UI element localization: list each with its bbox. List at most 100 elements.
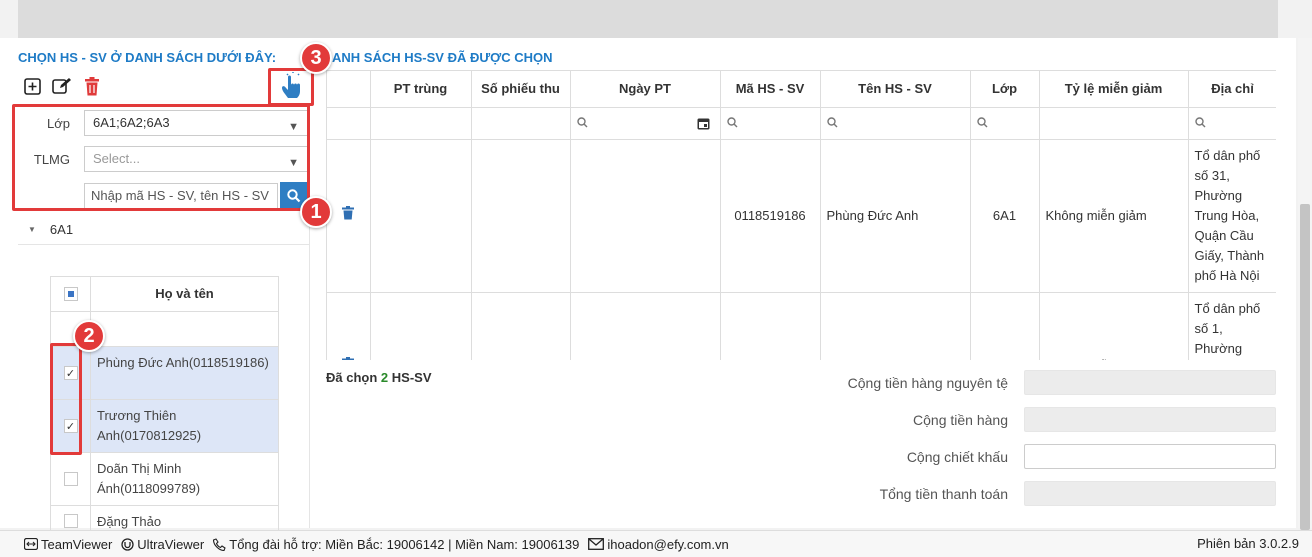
cell-diachi: Tổ dân phố số 31, Phường Trung Hòa, Quận…: [1188, 139, 1276, 293]
search-icon: [576, 116, 587, 127]
cell-ten: Trương Thiên Anh: [820, 292, 971, 360]
tlmg-select[interactable]: Select... ▼: [84, 146, 308, 172]
summary-row: Cộng tiền hàng: [834, 407, 1276, 432]
total-goods-label: Cộng tiền hàng: [913, 411, 1008, 428]
teamviewer-link[interactable]: TeamViewer: [24, 537, 112, 552]
lop-filter-input[interactable]: [970, 107, 1040, 140]
cell-pt-trung: [370, 139, 472, 293]
total-foreign-label: Cộng tiền hàng nguyên tệ: [847, 374, 1008, 391]
hand-pointer-icon[interactable]: [280, 72, 306, 100]
student-search-input[interactable]: Nhập mã HS - SV, tên HS - SV: [84, 183, 278, 209]
phone-icon: [213, 537, 226, 551]
student-table-header: Họ và tên: [51, 277, 278, 312]
cell-diachi: Tổ dân phố số 1, Phường Trung Hòa: [1188, 292, 1276, 360]
column-header[interactable]: Địa chỉ: [1188, 71, 1276, 108]
total-foreign-field: [1024, 370, 1276, 395]
edit-icon[interactable]: [52, 76, 72, 96]
table-row[interactable]: ✓ Trương Thiên Anh(0170812925): [51, 400, 278, 453]
table-row[interactable]: Doãn Thị Minh Ánh(0118099789): [51, 453, 278, 506]
student-search-placeholder: Nhập mã HS - SV, tên HS - SV: [91, 188, 269, 203]
hotline-text: Tổng đài hỗ trợ: Miền Bắc: 19006142 | Mi…: [213, 537, 579, 552]
step-badge-3: 3: [300, 42, 332, 74]
table-row[interactable]: ✓ Phùng Đức Anh(0118519186): [51, 347, 278, 400]
select-all-checkbox[interactable]: [63, 287, 78, 301]
cell-ten: Phùng Đức Anh: [820, 139, 971, 293]
filter-row: [327, 107, 1276, 140]
selected-count-value: 2: [380, 370, 389, 385]
lop-label: Lớp: [47, 115, 70, 131]
summary-row: Cộng chiết khấu: [834, 444, 1276, 469]
column-header[interactable]: Tỷ lệ miễn giảm: [1039, 71, 1189, 108]
row-action-cell: [327, 292, 371, 361]
search-icon: [1194, 116, 1205, 127]
column-header[interactable]: Lớp: [970, 71, 1040, 108]
ultraviewer-icon: [121, 537, 134, 551]
column-header[interactable]: PT trùng: [370, 71, 472, 108]
trash-icon[interactable]: [342, 356, 355, 361]
delete-icon[interactable]: [82, 76, 102, 96]
selected-students-table: PT trùng Số phiếu thu Ngày PT Mã HS - SV…: [326, 70, 1276, 360]
ultraviewer-link[interactable]: UltraViewer: [121, 537, 204, 552]
diachi-filter-input[interactable]: [1188, 107, 1276, 140]
teamviewer-icon: [24, 538, 38, 550]
ultraviewer-label: UltraViewer: [137, 536, 205, 552]
left-section-title: CHỌN HS - SV Ở DANH SÁCH DƯỚI ĐÂY:: [18, 50, 277, 65]
top-bar: [18, 0, 1278, 38]
cell-ngay-pt: [570, 292, 721, 360]
table-row: 0118519186 Phùng Đức Anh 6A1 Không miễn …: [327, 139, 1276, 293]
step-badge-2: 2: [73, 320, 105, 352]
add-icon[interactable]: [22, 76, 42, 96]
row-checkbox[interactable]: ✓: [63, 419, 78, 433]
chevron-down-icon: ▼: [288, 157, 299, 169]
version-label: Phiên bản 3.0.2.9: [1197, 536, 1299, 551]
tree-node-group[interactable]: ▼ 6A1: [28, 222, 73, 237]
row-checkbox[interactable]: [63, 514, 78, 528]
column-header[interactable]: Số phiếu thu: [471, 71, 571, 108]
lop-select-value: 6A1;6A2;6A3: [93, 115, 170, 130]
student-name: Phùng Đức Anh(0118519186): [97, 355, 269, 370]
date-filter-input[interactable]: [570, 107, 721, 140]
scrollbar[interactable]: [1298, 38, 1312, 530]
ten-filter-input[interactable]: [820, 107, 971, 140]
toolbar: [22, 76, 102, 96]
tlmg-label: TLMG: [33, 151, 70, 167]
column-header[interactable]: Tên HS - SV: [820, 71, 971, 108]
student-name: Trương Thiên Anh(0170812925): [97, 408, 202, 443]
column-header[interactable]: Mã HS - SV: [720, 71, 821, 108]
cell-so-phieu: [471, 292, 571, 360]
column-header[interactable]: Ngày PT: [570, 71, 721, 108]
row-checkbox[interactable]: [63, 472, 78, 486]
search-icon: [287, 188, 301, 202]
search-icon: [726, 116, 737, 127]
summary-row: Tổng tiền thanh toán: [834, 481, 1276, 506]
caret-down-icon[interactable]: ▼: [28, 225, 36, 234]
column-header: [327, 71, 371, 108]
divider: [18, 244, 310, 245]
calendar-icon[interactable]: [697, 117, 710, 130]
step-badge-1: 1: [300, 196, 332, 228]
discount-label: Cộng chiết khấu: [906, 448, 1008, 465]
selected-count: Đã chọn 2 HS-SV: [326, 370, 432, 385]
lop-select[interactable]: 6A1;6A2;6A3 ▼: [84, 110, 308, 136]
cell-ma: 0118519186: [720, 139, 821, 293]
scrollbar-thumb[interactable]: [1300, 204, 1310, 530]
student-name: Doãn Thị Minh Ánh(0118099789): [97, 461, 201, 496]
trash-icon[interactable]: [342, 205, 355, 220]
table-row: 0170812925 Trương Thiên Anh 6A1 Không mi…: [327, 292, 1276, 360]
cell-so-phieu: [471, 139, 571, 293]
search-icon: [826, 116, 837, 127]
email-link[interactable]: ihoadon@efy.com.vn: [588, 536, 729, 552]
discount-input[interactable]: [1024, 444, 1276, 469]
cell-pt-trung: [370, 292, 472, 360]
name-column-header: Họ và tên: [155, 286, 214, 301]
cell-tlmg: Không miễn giảm: [1039, 139, 1189, 293]
cell-lop: 6A1: [970, 139, 1040, 293]
row-checkbox[interactable]: ✓: [63, 366, 78, 380]
cell-tlmg: Không miễn giảm: [1039, 292, 1189, 360]
email-label: ihoadon@efy.com.vn: [607, 536, 729, 552]
selected-count-prefix: Đã chọn: [326, 370, 378, 385]
ma-filter-input[interactable]: [720, 107, 821, 140]
filter-cell: [370, 107, 472, 140]
total-payment-field: [1024, 481, 1276, 506]
tlmg-select-placeholder: Select...: [93, 151, 140, 166]
